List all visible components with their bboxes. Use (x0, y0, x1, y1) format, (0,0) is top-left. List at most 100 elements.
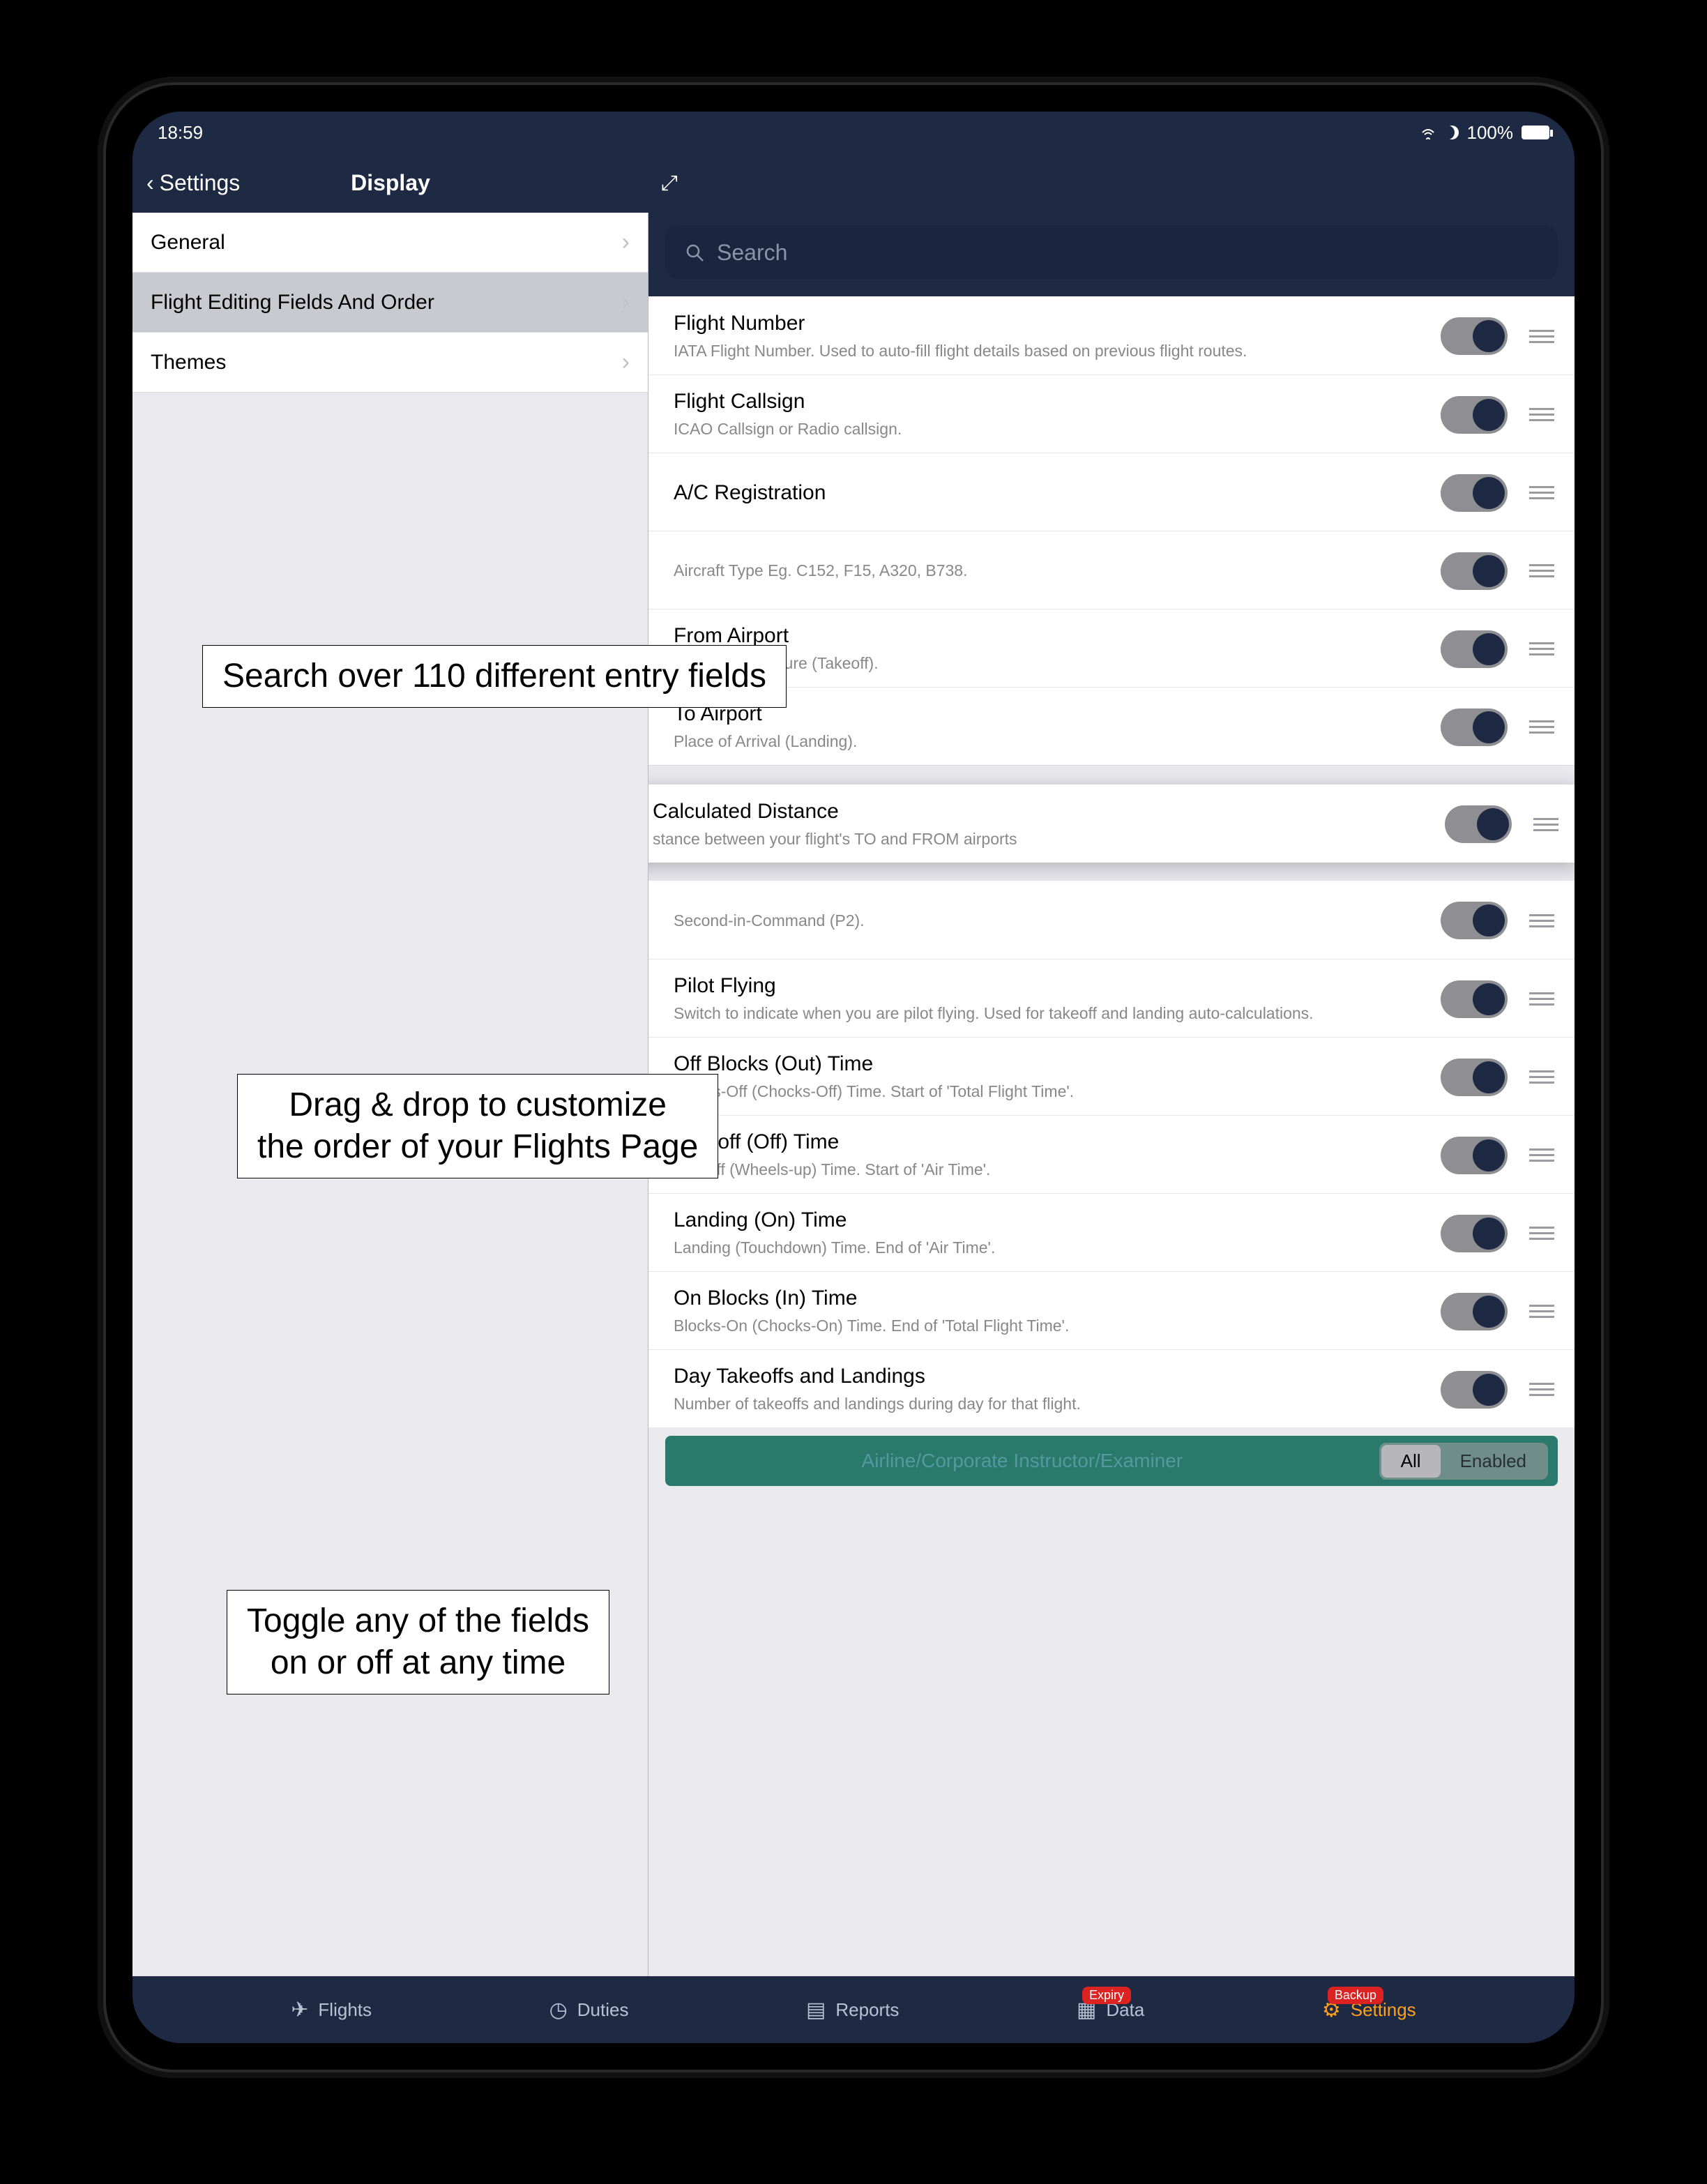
filter-label: Airline/Corporate Instructor/Examiner (665, 1450, 1379, 1472)
field-toggle[interactable] (1441, 552, 1508, 590)
field-toggle[interactable] (1441, 1059, 1508, 1096)
drag-handle-icon[interactable] (1527, 486, 1556, 499)
sidebar-item-label: Themes (151, 351, 226, 374)
drag-handle-icon[interactable] (1527, 642, 1556, 655)
field-subtitle: Landing (Touchdown) Time. End of 'Air Ti… (674, 1238, 1421, 1258)
field-title: Flight Callsign (674, 390, 1421, 414)
field-row: Second-in-Command (P2). (648, 881, 1575, 959)
field-subtitle: IATA Flight Number. Used to auto-fill fl… (674, 341, 1421, 361)
field-toggle[interactable] (1441, 1137, 1508, 1174)
field-row: Aircraft Type Eg. C152, F15, A320, B738. (648, 531, 1575, 609)
drag-handle-icon[interactable] (1527, 1070, 1556, 1084)
chevron-right-icon: › (622, 289, 630, 316)
field-toggle[interactable] (1441, 902, 1508, 939)
filter-bar: Airline/Corporate Instructor/Examiner Al… (665, 1436, 1558, 1486)
tab-settings[interactable]: Backup ⚙ Settings (1322, 1998, 1416, 2022)
drag-handle-icon[interactable] (1527, 914, 1556, 927)
sidebar-item-label: General (151, 231, 225, 255)
drag-handle-icon[interactable] (1527, 992, 1556, 1006)
field-toggle[interactable] (1441, 396, 1508, 434)
search-placeholder: Search (717, 240, 787, 266)
main-panel: Search Flight Number IATA Flight Number. … (648, 213, 1575, 1976)
callout-drag: Drag & drop to customize the order of yo… (237, 1074, 718, 1178)
field-row: Day Takeoffs and LandingsNumber of takeo… (648, 1349, 1575, 1427)
field-title: Takeoff (Off) Time (674, 1130, 1421, 1154)
drag-handle-icon[interactable] (1527, 1383, 1556, 1396)
expand-icon[interactable]: ⤢ (661, 172, 678, 195)
field-row: Pilot FlyingSwitch to indicate when you … (648, 959, 1575, 1037)
drag-handle-icon[interactable] (1527, 720, 1556, 734)
plane-icon: ✈ (291, 1998, 308, 2022)
field-toggle[interactable] (1441, 474, 1508, 512)
field-subtitle: Aircraft Type Eg. C152, F15, A320, B738. (674, 561, 1421, 581)
status-bar: 18:59 100% (132, 112, 1575, 153)
field-row: Landing (On) Time Landing (Touchdown) Tim… (648, 1193, 1575, 1271)
segment-all[interactable]: All (1381, 1445, 1441, 1478)
field-toggle[interactable] (1441, 708, 1508, 746)
chevron-right-icon: › (622, 349, 630, 376)
callout-toggle: Toggle any of the fields on or off at an… (227, 1590, 609, 1694)
drag-handle-icon[interactable] (1527, 1148, 1556, 1162)
tab-label: Flights (318, 1999, 372, 2021)
ipad-frame: 18:59 100% ‹ Settings Display ⤢ (98, 77, 1609, 2078)
drag-handle-icon[interactable] (1527, 564, 1556, 577)
drag-handle-icon[interactable] (1527, 408, 1556, 421)
moon-icon (1445, 126, 1459, 139)
sidebar-item-general[interactable]: General › (132, 213, 648, 273)
field-title: Calculated Distance (653, 800, 1425, 824)
field-subtitle: Number of takeoffs and landings during d… (674, 1394, 1421, 1414)
field-subtitle: Blocks-On (Chocks-On) Time. End of 'Tota… (674, 1316, 1421, 1336)
field-toggle[interactable] (1441, 1293, 1508, 1330)
segment-enabled[interactable]: Enabled (1441, 1445, 1546, 1478)
elevated-row[interactable]: Calculated Distancestance between your f… (648, 784, 1575, 863)
drag-handle-icon[interactable] (1527, 1305, 1556, 1318)
field-row: Flight CallsignICAO Callsign or Radio ca… (648, 374, 1575, 453)
chevron-right-icon: › (622, 229, 630, 256)
chart-icon: ▤ (806, 1998, 826, 2022)
field-toggle[interactable] (1441, 1215, 1508, 1252)
battery-icon (1522, 126, 1549, 139)
drag-handle-icon[interactable] (1527, 330, 1556, 343)
field-subtitle: Place of Arrival (Landing). (674, 731, 1421, 752)
back-button[interactable]: ‹ Settings (146, 170, 240, 196)
elevated-slot: Calculated Distancestance between your f… (648, 790, 1575, 881)
tab-label: Duties (577, 1999, 629, 2021)
drag-handle-icon[interactable] (1527, 1227, 1556, 1240)
field-row: To AirportPlace of Arrival (Landing). (648, 687, 1575, 765)
tab-flights[interactable]: ✈ Flights (291, 1998, 372, 2022)
field-title: Flight Number (674, 312, 1421, 335)
sidebar-item-label: Flight Editing Fields And Order (151, 291, 434, 314)
drag-handle-icon[interactable] (1531, 818, 1561, 831)
tab-bar: ✈ Flights ◷ Duties ▤ Reports Expiry ▦ Da… (132, 1976, 1575, 2043)
status-right: 100% (1420, 122, 1550, 144)
filter-segment[interactable]: All Enabled (1379, 1443, 1548, 1480)
status-time: 18:59 (158, 122, 203, 144)
field-subtitle: Takeoff (Wheels-up) Time. Start of 'Air … (674, 1160, 1421, 1180)
status-battery-pct: 100% (1467, 122, 1514, 144)
search-input[interactable]: Search (665, 225, 1558, 280)
tab-label: Reports (835, 1999, 899, 2021)
sidebar-item-themes[interactable]: Themes › (132, 333, 648, 393)
field-toggle[interactable] (1441, 317, 1508, 355)
sidebar-item-flight-editing[interactable]: Flight Editing Fields And Order › (132, 273, 648, 333)
callout-search: Search over 110 different entry fields (202, 645, 787, 708)
field-subtitle: Switch to indicate when you are pilot fl… (674, 1003, 1421, 1024)
field-toggle[interactable] (1441, 980, 1508, 1018)
fields-list-1: Flight Number IATA Flight Number. Used to… (648, 296, 1575, 765)
field-subtitle: Blocks-Off (Chocks-Off) Time. Start of '… (674, 1082, 1421, 1102)
field-row: Flight Number IATA Flight Number. Used to… (648, 296, 1575, 374)
nav-bar: ‹ Settings Display ⤢ (132, 153, 1575, 213)
back-label: Settings (160, 170, 241, 196)
tab-reports[interactable]: ▤ Reports (806, 1998, 899, 2022)
field-title: Landing (On) Time (674, 1208, 1421, 1232)
tab-duties[interactable]: ◷ Duties (549, 1998, 629, 2022)
wifi-icon (1420, 126, 1436, 139)
tab-data[interactable]: Expiry ▦ Data (1077, 1998, 1144, 2022)
field-toggle[interactable] (1445, 805, 1512, 843)
fields-scroll[interactable]: Flight Number IATA Flight Number. Used to… (648, 296, 1575, 1976)
field-row: From AirportPlace of Departure (Takeoff)… (648, 609, 1575, 687)
field-toggle[interactable] (1441, 630, 1508, 668)
field-toggle[interactable] (1441, 1371, 1508, 1409)
field-subtitle: Second-in-Command (P2). (674, 911, 1421, 931)
field-row: A/C Registration (648, 453, 1575, 531)
